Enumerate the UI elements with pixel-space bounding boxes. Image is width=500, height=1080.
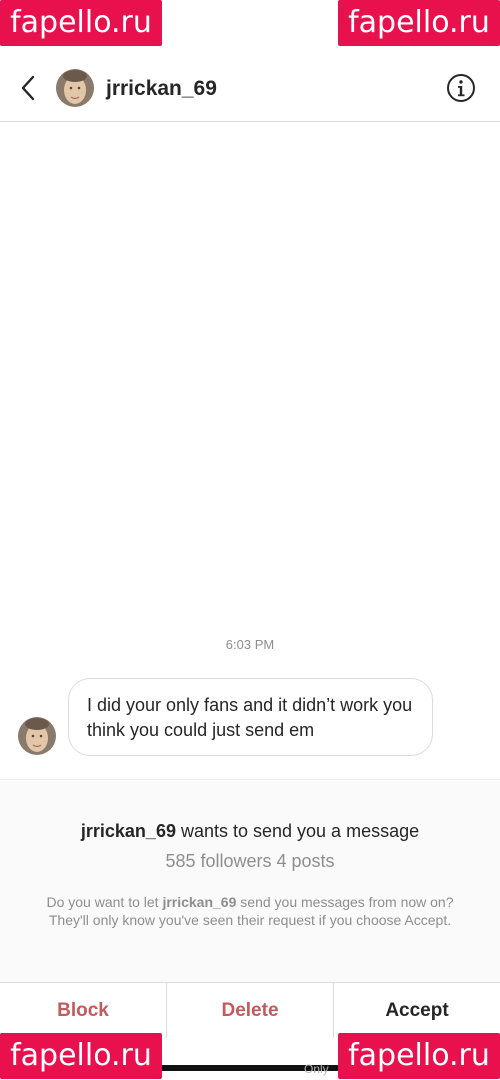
request-desc-username: jrrickan_69 [162,894,237,910]
request-description: Do you want to let jrrickan_69 send you … [35,893,465,929]
watermark-top-right: fapello.ru [338,0,500,46]
block-button[interactable]: Block [0,983,166,1038]
watermark-bottom-left: fapello.ru [0,1033,162,1079]
request-stats: 585 followers 4 posts [165,851,335,871]
footer-text: Only [304,1062,329,1076]
request-title: jrrickan_69 wants to send you a message [0,820,500,842]
avatar[interactable] [56,69,94,107]
accept-button[interactable]: Accept [333,983,500,1038]
message-request-panel: jrrickan_69 wants to send you a message … [0,779,500,982]
request-action-bar: Block Delete Accept [0,982,500,1038]
sender-avatar[interactable] [18,717,56,755]
message-timestamp: 6:03 PM [225,637,275,652]
info-button[interactable] [446,73,476,103]
request-username[interactable]: jrrickan_69 [81,821,176,841]
request-desc-prefix: Do you want to let [46,894,163,910]
info-icon [447,74,475,102]
chevron-left-icon [21,75,35,101]
watermark-bottom-right: fapello.ru [338,1033,500,1079]
back-button[interactable] [14,72,42,104]
header-username[interactable]: jrrickan_69 [106,76,217,102]
message-bubble[interactable]: I did your only fans and it didn’t work … [68,678,433,756]
request-title-text: wants to send you a message [175,821,420,841]
watermark-top-left: fapello.ru [0,0,162,46]
delete-button[interactable]: Delete [166,983,333,1038]
